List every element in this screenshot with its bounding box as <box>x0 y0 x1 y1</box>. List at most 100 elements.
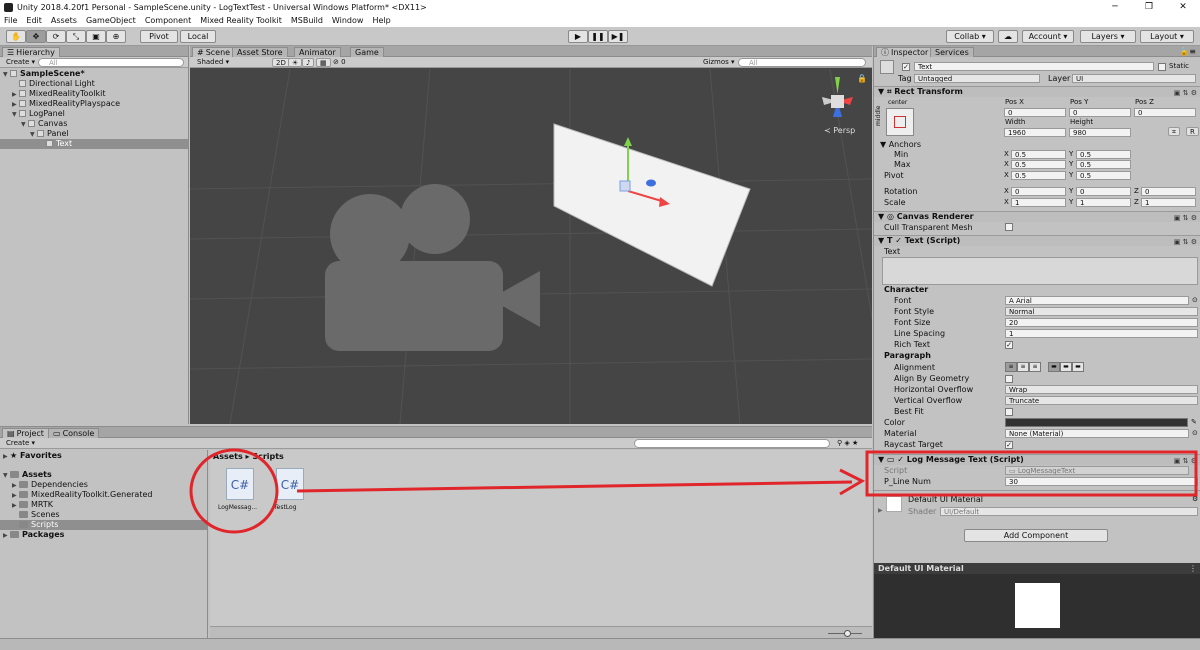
layer-dropdown[interactable]: UI <box>1072 74 1196 83</box>
tab-game[interactable]: Game <box>350 47 384 57</box>
project-filter-icons[interactable]: ⚲ ◈ ★ <box>834 439 861 448</box>
menu-component[interactable]: Component <box>145 16 191 25</box>
posx-field[interactable]: 0 <box>1004 108 1066 117</box>
eyedropper-icon[interactable]: ✎ <box>1191 418 1197 426</box>
min-x-field[interactable]: 0.5 <box>1011 150 1066 159</box>
shading-dropdown[interactable]: Shaded ▾ <box>194 58 270 67</box>
hierarchy-create-dropdown[interactable]: Create ▾ <box>3 58 38 67</box>
pause-button[interactable]: ❚❚ <box>588 30 608 43</box>
line-spacing-field[interactable]: 1 <box>1005 329 1198 338</box>
height-field[interactable]: 980 <box>1069 128 1131 137</box>
project-breadcrumb[interactable]: Assets ▸ Scripts <box>213 452 284 461</box>
shader-dropdown[interactable]: UI/Default <box>940 507 1198 516</box>
preview-header[interactable]: Default UI Material ⋮ <box>874 563 1200 574</box>
max-y-field[interactable]: 0.5 <box>1076 160 1131 169</box>
text-content-area[interactable] <box>882 257 1198 285</box>
tab-console[interactable]: ▭ Console <box>48 428 100 438</box>
transform-tool-icon[interactable]: ⊕ <box>106 30 126 43</box>
blueprint-mode-icon[interactable]: ⌗ <box>1168 127 1180 136</box>
tree-row[interactable]: Directional Light <box>0 79 188 89</box>
local-toggle[interactable]: Local <box>180 30 216 43</box>
file-testlog[interactable]: C# TestLog <box>270 466 314 514</box>
pline-num-field[interactable]: 30 <box>1005 477 1198 486</box>
collab-dropdown[interactable]: Collab ▾ <box>946 30 994 43</box>
object-picker-icon[interactable]: ⊙ <box>1192 429 1198 437</box>
tree-row[interactable]: ▼ LogPanel <box>0 109 188 119</box>
preview-options-icon[interactable]: ⋮ <box>1189 563 1197 574</box>
maximize-icon[interactable]: ❐ <box>1132 0 1166 14</box>
tree-row[interactable]: ▶ MixedRealityToolkit <box>0 89 188 99</box>
font-style-dropdown[interactable]: Normal <box>1005 307 1198 316</box>
text-canvas-plane[interactable] <box>553 123 751 287</box>
max-x-field[interactable]: 0.5 <box>1011 160 1066 169</box>
tree-row[interactable]: ▶ Packages <box>0 530 207 540</box>
align-middle-icon[interactable]: ▬ <box>1060 362 1072 372</box>
object-picker-icon[interactable]: ⊙ <box>1192 296 1198 304</box>
layout-dropdown[interactable]: Layout ▾ <box>1140 30 1194 43</box>
tree-row[interactable]: ▼ Panel <box>0 129 188 139</box>
scale-tool-icon[interactable]: ⤡ <box>66 30 86 43</box>
orientation-gizmo-icon[interactable]: 🔒 <box>822 74 867 117</box>
file-logmessagetext[interactable]: C# LogMessag... <box>218 466 264 514</box>
font-field[interactable]: A Arial <box>1005 296 1189 305</box>
component-settings-icon[interactable]: ▣ ⇅ ⚙ <box>1174 88 1197 98</box>
menu-assets[interactable]: Assets <box>51 16 77 25</box>
font-size-field[interactable]: 20 <box>1005 318 1198 327</box>
gizmos-dropdown[interactable]: Gizmos ▾ <box>700 58 738 67</box>
menu-help[interactable]: Help <box>372 16 390 25</box>
color-swatch[interactable] <box>1005 418 1188 427</box>
hand-tool-icon[interactable]: ✋ <box>6 30 26 43</box>
active-checkbox[interactable]: ✓ <box>902 63 910 71</box>
layers-dropdown[interactable]: Layers ▾ <box>1080 30 1136 43</box>
tab-scene[interactable]: # Scene <box>192 47 236 57</box>
tree-row[interactable]: ▶ MixedRealityPlayspace <box>0 99 188 109</box>
tree-row[interactable]: Text <box>0 139 188 149</box>
hierarchy-search-input[interactable]: All <box>38 58 184 67</box>
add-component-button[interactable]: Add Component <box>964 529 1108 542</box>
posz-field[interactable]: 0 <box>1134 108 1196 117</box>
min-y-field[interactable]: 0.5 <box>1076 150 1131 159</box>
component-settings-icon[interactable]: ▣ ⇅ ⚙ <box>1174 213 1197 223</box>
tab-asset-store[interactable]: Asset Store <box>232 47 288 57</box>
raw-edit-icon[interactable]: R <box>1186 127 1199 136</box>
canvas-renderer-header[interactable]: ▼ ◎ Canvas Renderer ▣ ⇅ ⚙ <box>874 211 1200 222</box>
material-expand-arrow[interactable]: ▶ <box>878 507 883 514</box>
close-icon[interactable]: ✕ <box>1166 0 1200 14</box>
rect-transform-header[interactable]: ▼ ⌗ Rect Transform ▣ ⇅ ⚙ <box>874 86 1200 97</box>
pivot-x-field[interactable]: 0.5 <box>1011 171 1066 180</box>
text-script-header[interactable]: ▼ T ✓ Text (Script) ▣ ⇅ ⚙ <box>874 235 1200 246</box>
pivot-y-field[interactable]: 0.5 <box>1076 171 1131 180</box>
rotation-z-field[interactable]: 0 <box>1141 187 1196 196</box>
align-geometry-checkbox[interactable] <box>1005 375 1013 383</box>
tag-dropdown[interactable]: Untagged <box>914 74 1040 83</box>
component-settings-icon[interactable]: ▣ ⇅ ⚙ <box>1174 237 1197 247</box>
log-message-script-header[interactable]: ▼ ▭ ✓ Log Message Text (Script) ▣ ⇅ ⚙ <box>874 454 1200 465</box>
tab-animator[interactable]: Animator <box>294 47 341 57</box>
anchor-presets-icon[interactable] <box>886 108 914 136</box>
tree-row[interactable]: Scenes <box>0 510 207 520</box>
cloud-icon[interactable]: ☁ <box>998 30 1018 43</box>
icon-size-slider-thumb[interactable] <box>844 630 851 637</box>
align-center-icon[interactable]: ≡ <box>1017 362 1029 372</box>
pivot-toggle[interactable]: Pivot <box>140 30 178 43</box>
align-bottom-icon[interactable]: ▬ <box>1072 362 1084 372</box>
rotation-y-field[interactable]: 0 <box>1076 187 1131 196</box>
effects-icon[interactable]: ▦ <box>316 58 331 67</box>
rotate-tool-icon[interactable]: ⟳ <box>46 30 66 43</box>
horizontal-overflow-dropdown[interactable]: Wrap <box>1005 385 1198 394</box>
audio-icon[interactable]: ♪ <box>302 58 315 67</box>
lighting-icon[interactable]: ☀ <box>288 58 303 67</box>
material-field[interactable]: None (Material) <box>1005 429 1189 438</box>
raycast-target-checkbox[interactable]: ✓ <box>1005 441 1013 449</box>
tree-row[interactable]: ▶ Dependencies <box>0 480 207 490</box>
horizontal-alignment-buttons[interactable]: ≡ ≡ ≡ <box>1005 362 1041 372</box>
static-checkbox[interactable] <box>1158 63 1166 71</box>
tree-row[interactable]: ▶ MRTK <box>0 500 207 510</box>
component-settings-icon[interactable]: ▣ ⇅ ⚙ <box>1174 456 1197 466</box>
object-name-field[interactable]: Text <box>914 62 1154 71</box>
play-button[interactable]: ▶ <box>568 30 588 43</box>
align-top-icon[interactable]: ▬ <box>1048 362 1060 372</box>
menu-mrtk[interactable]: Mixed Reality Toolkit <box>200 16 282 25</box>
tab-hierarchy[interactable]: ☰ Hierarchy <box>2 47 60 57</box>
step-button[interactable]: ▶❚ <box>608 30 628 43</box>
